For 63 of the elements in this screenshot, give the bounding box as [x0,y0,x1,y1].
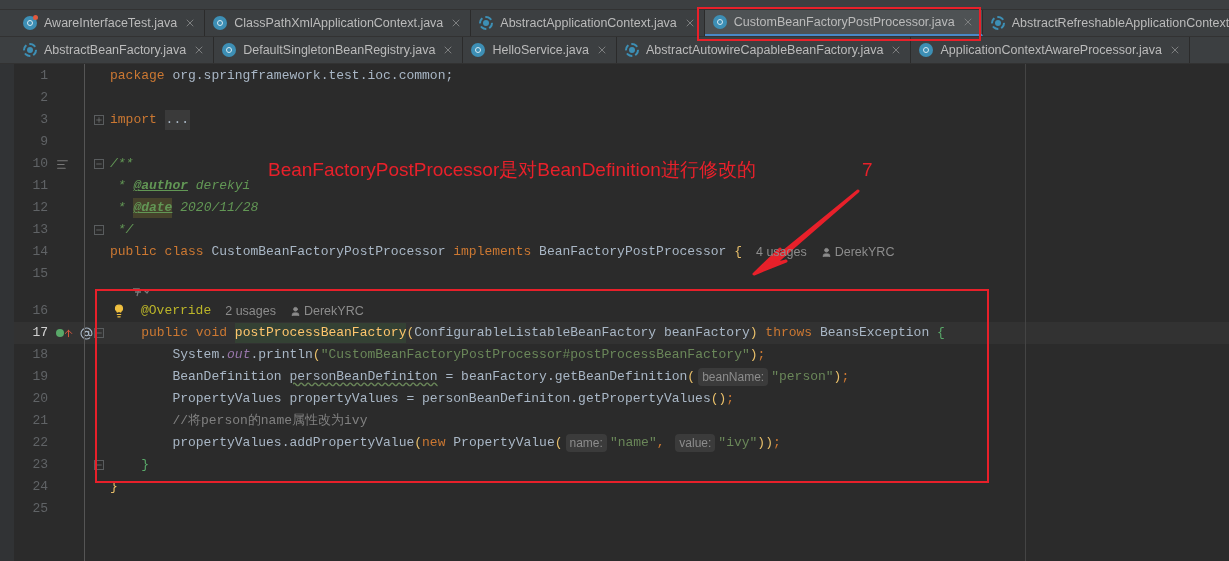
usage-count[interactable]: 2 usages [225,301,276,321]
collapse-fold-icon[interactable] [94,328,104,338]
author-name[interactable]: DerekYRC [303,301,364,321]
inlay-settings-icon[interactable] [132,287,150,298]
expand-fold-icon[interactable] [94,115,104,125]
code-line: */ [116,221,134,240]
line-number: 25 [31,500,48,519]
code-line: @Override [141,302,212,321]
abstract-class-icon [625,43,640,57]
line-number: 14 [31,243,48,262]
annotation-note: BeanFactoryPostProcessor是对BeanDefinition进行修改的 [268,158,756,182]
line-number: 17 [31,324,48,343]
line-number: 13 [31,221,48,240]
annotation-number: 7 [862,158,873,182]
class-icon [919,43,934,57]
line-number: 16 [31,302,48,321]
line-number: 22 [31,434,48,453]
autowired-icon[interactable] [80,326,93,340]
line-number: 10 [31,155,48,174]
collapse-fold-icon[interactable] [94,225,104,235]
code-line: package org.springframework.test.ioc.common; [110,67,454,86]
collapse-fold-icon[interactable] [94,159,104,169]
line-number: 19 [31,368,48,387]
line-number: 24 [31,478,48,497]
code-line: * @author derekyi [116,177,251,196]
class-icon [222,43,237,57]
code-line: import ... [110,110,190,130]
line-number: 15 [31,265,48,284]
line-number: 2 [39,89,48,108]
class-icon [23,16,37,30]
editor-tab[interactable]: CustomBeanFactoryPostProcessor.java [704,10,983,36]
line-number: 20 [31,390,48,409]
code-line: public void postProcessBeanFactory(ConfigurableListableBeanFactory beanFactory) throws BeansException { [140,323,945,343]
implements-icon[interactable] [56,327,74,339]
code-line: * @date 2020/11/28 [116,198,259,218]
line-number: 9 [39,133,48,152]
class-icon [213,16,228,30]
abstract-class-icon [479,16,494,30]
line-number: 11 [31,177,48,196]
line-number: 12 [31,199,48,218]
code-line: /** [110,155,134,174]
code-line: } [140,456,149,475]
line-number: 21 [31,412,48,431]
code-line: BeanDefinition personBeanDefiniton = beanFactory.getBeanDefinition( beanName: "person"); [171,367,850,387]
class-icon [712,15,727,29]
line-number: 23 [31,456,48,475]
abstract-class-icon [23,43,37,57]
line-number: 18 [31,346,48,365]
code-line: PropertyValues propertyValues = personBeanDefiniton.getPropertyValues(); [171,390,735,409]
person-icon [820,246,832,258]
line-number: 3 [39,111,48,130]
collapse-fold-icon[interactable] [94,460,104,470]
code-line: propertyValues.addPropertyValue(new PropertyValue( name: "name", value: "ivy")); [171,433,781,453]
abstract-class-icon [990,16,1005,30]
author-name[interactable]: DerekYRC [834,242,895,262]
lightbulb-icon[interactable] [112,304,126,318]
code-line: public class CustomBeanFactoryPostProcessor implements BeanFactoryPostProcessor { [110,243,742,262]
code-line: System.out.println("CustomBeanFactoryPostProcessor#postProcessBeanFactory"); [171,346,766,365]
render-doc-icon[interactable] [56,157,69,171]
class-icon [471,43,486,57]
person-icon [289,305,301,317]
line-number: 1 [39,67,48,86]
code-line: //将person的name属性改为ivy [171,412,368,431]
